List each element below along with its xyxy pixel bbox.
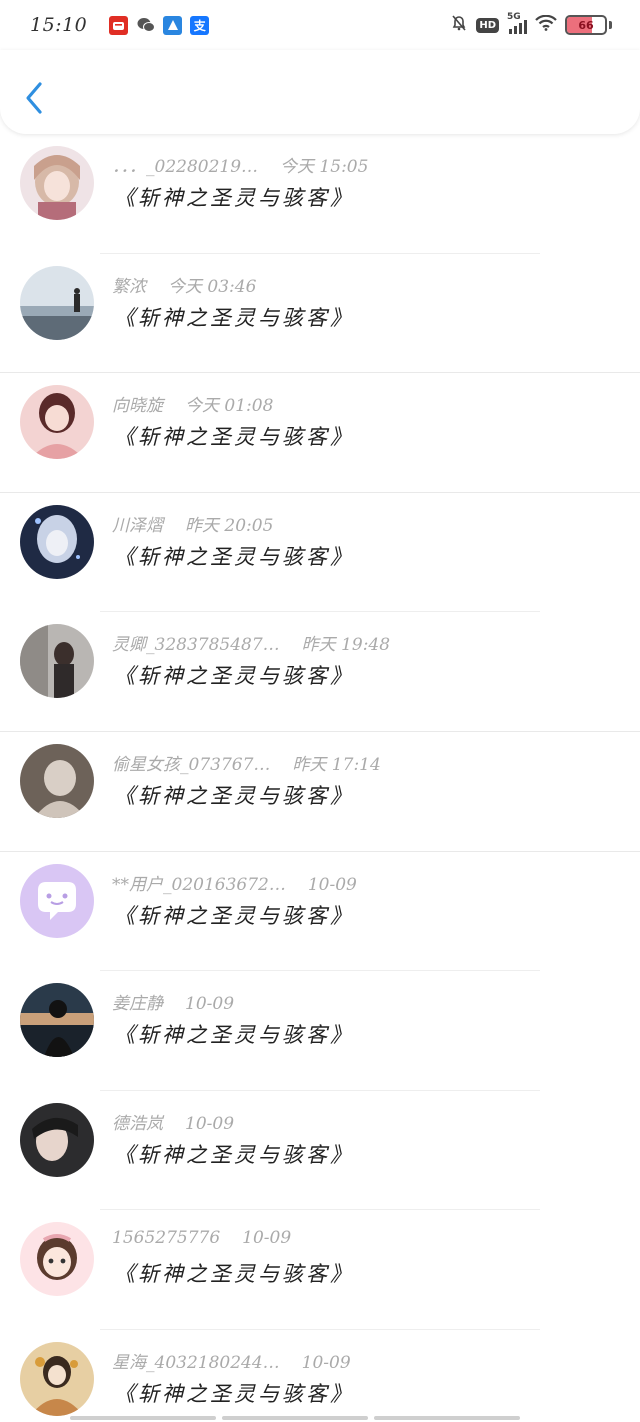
- status-bar: 15:10 支 HD 5G 66: [0, 0, 640, 50]
- message-item[interactable]: 川泽熠 昨天 20:05 《斩神之圣灵与骇客》: [0, 493, 640, 613]
- message-item[interactable]: 向晓旋 今天 01:08 《斩神之圣灵与骇客》: [0, 373, 640, 493]
- bell-off-icon: [450, 14, 468, 36]
- message-time: 10-09: [242, 1228, 292, 1249]
- anime-girl-avatar[interactable]: [20, 146, 94, 220]
- message-meta: 繁浓 今天 03:46: [112, 272, 256, 297]
- chevron-left-icon: [26, 82, 42, 114]
- girl-brown-avatar[interactable]: [20, 743, 94, 818]
- sender-name: 星海_4032180244…: [112, 1352, 280, 1373]
- status-time: 15:10: [30, 14, 88, 36]
- battery-level: 66: [578, 18, 594, 32]
- sender-name: ．．．_02280219…: [112, 157, 259, 177]
- message-text: 《斩神之圣灵与骇客》: [114, 305, 354, 330]
- message-meta: 姜庄静 10-09: [112, 989, 234, 1014]
- back-button[interactable]: [20, 78, 50, 118]
- message-time: 10-09: [185, 1113, 235, 1134]
- sender-name: 德浩岚: [112, 1113, 163, 1134]
- message-meta: ．．．_02280219… 今天 15:05: [112, 152, 368, 177]
- sender-name: 姜庄静: [112, 994, 163, 1015]
- message-text: 《斩神之圣灵与骇客》: [114, 783, 354, 808]
- message-item[interactable]: 德浩岚 10-09 《斩神之圣灵与骇客》: [0, 1091, 640, 1211]
- message-time: 今天 03:46: [168, 276, 257, 297]
- message-time: 10-09: [185, 994, 235, 1015]
- message-list: ．．．_02280219… 今天 15:05 《斩神之圣灵与骇客》 繁浓 今天 …: [0, 134, 640, 1422]
- sender-name: 1565275776: [112, 1228, 221, 1249]
- sender-name: 灵卿_3283785487…: [112, 635, 280, 656]
- message-text: 《斩神之圣灵与骇客》: [114, 1023, 354, 1048]
- top-nav-bar: [0, 50, 640, 134]
- message-meta: 川泽熠 昨天 20:05: [112, 511, 273, 536]
- sender-name: 繁浓: [112, 276, 146, 297]
- status-left: 15:10 支: [30, 14, 210, 36]
- message-item[interactable]: 1565275776 10-09 《斩神之圣灵与骇客》: [0, 1210, 640, 1330]
- alipay-icon: 支: [190, 15, 210, 35]
- wechat-icon: [136, 16, 155, 35]
- message-meta: 德浩岚 10-09: [112, 1109, 234, 1134]
- message-meta: 向晓旋 今天 01:08: [112, 391, 273, 416]
- message-item[interactable]: 姜庄静 10-09 《斩神之圣灵与骇客》: [0, 971, 640, 1091]
- message-text: 《斩神之圣灵与骇客》: [114, 903, 354, 928]
- girl-street-avatar[interactable]: [20, 624, 94, 699]
- message-time: 今天 01:08: [185, 396, 274, 417]
- message-time: 10-09: [301, 1352, 351, 1373]
- message-item[interactable]: 繁浓 今天 03:46 《斩神之圣灵与骇客》: [0, 254, 640, 374]
- message-text: 《斩神之圣灵与骇客》: [114, 186, 354, 210]
- message-text: 《斩神之圣灵与骇客》: [114, 664, 354, 689]
- sunset-silhouette-avatar[interactable]: [20, 983, 94, 1058]
- ancient-costume-avatar[interactable]: [20, 1341, 94, 1416]
- message-time: 10-09: [307, 874, 357, 895]
- message-time: 昨天 20:05: [185, 515, 274, 536]
- wifi-icon: [535, 14, 557, 35]
- message-meta: 偷星女孩_073767… 昨天 17:14: [112, 750, 381, 775]
- cartoon-girl-avatar[interactable]: [20, 1222, 94, 1297]
- sender-name: 偷星女孩_073767…: [112, 754, 271, 775]
- message-text: 《斩神之圣灵与骇客》: [114, 1381, 354, 1406]
- sender-name: 向晓旋: [112, 396, 163, 417]
- battery-icon: 66: [565, 15, 607, 35]
- message-item[interactable]: 灵卿_3283785487… 昨天 19:48 《斩神之圣灵与骇客》: [0, 612, 640, 732]
- message-item[interactable]: ．．．_02280219… 今天 15:05 《斩神之圣灵与骇客》: [0, 134, 640, 254]
- map-icon: [163, 15, 183, 35]
- sender-name: 川泽熠: [112, 515, 163, 536]
- message-time: 昨天 17:14: [292, 754, 381, 775]
- message-item[interactable]: **用户_020163672… 10-09 《斩神之圣灵与骇客》: [0, 852, 640, 972]
- network-type: 5G: [507, 12, 521, 22]
- message-text: 《斩神之圣灵与骇客》: [114, 544, 354, 569]
- message-meta: 1565275776 10-09: [112, 1228, 291, 1248]
- bottom-scroll-indicator: [70, 1416, 520, 1420]
- message-time: 今天 15:05: [280, 157, 369, 177]
- seaside-avatar[interactable]: [20, 265, 94, 340]
- message-text: 《斩神之圣灵与骇客》: [114, 425, 354, 450]
- message-item[interactable]: 星海_4032180244… 10-09 《斩神之圣灵与骇客》: [0, 1330, 640, 1422]
- hd-badge: HD: [476, 17, 499, 33]
- fantasy-girl-avatar[interactable]: [20, 504, 94, 579]
- message-text: 《斩神之圣灵与骇客》: [114, 1142, 354, 1167]
- message-meta: 星海_4032180244… 10-09: [112, 1348, 351, 1373]
- message-meta: 灵卿_3283785487… 昨天 19:48: [112, 630, 390, 655]
- battery-nub: [609, 21, 612, 29]
- status-right: HD 5G 66: [450, 12, 612, 36]
- boy-dark-avatar[interactable]: [20, 1102, 94, 1177]
- pinduoduo-icon: [109, 15, 129, 35]
- girl-pink-avatar[interactable]: [20, 385, 94, 460]
- default-chat-avatar[interactable]: [20, 863, 94, 938]
- message-time: 昨天 19:48: [301, 635, 391, 656]
- message-item[interactable]: 偷星女孩_073767… 昨天 17:14 《斩神之圣灵与骇客》: [0, 732, 640, 852]
- message-text: 《斩神之圣灵与骇客》: [114, 1262, 354, 1287]
- message-meta: **用户_020163672… 10-09: [112, 870, 357, 895]
- sender-name: **用户_020163672…: [112, 874, 286, 895]
- cellular-signal-icon: 5G: [507, 12, 527, 34]
